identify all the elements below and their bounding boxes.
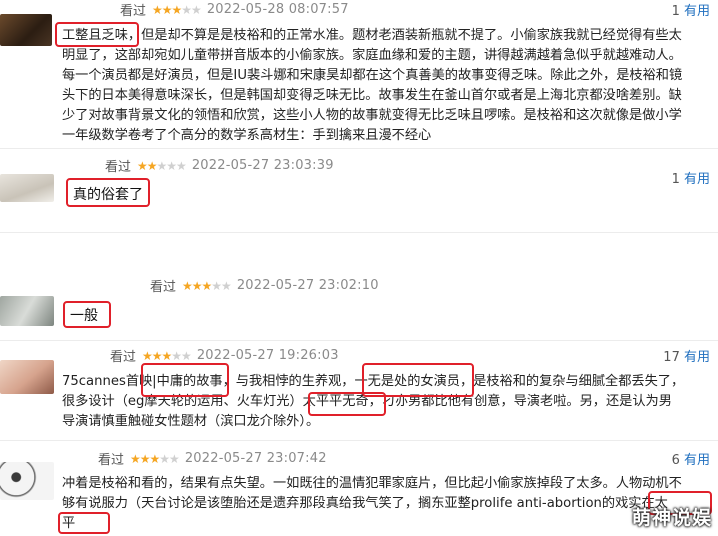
highlight-box: [308, 392, 386, 416]
star-rating: ★★★★★: [130, 451, 180, 466]
useful-label: 有用: [683, 4, 710, 19]
rated-label: 看过: [110, 350, 137, 365]
watermark: 萌神说娱: [631, 507, 712, 529]
divider: [0, 232, 718, 233]
content-line: 头下的日本美得意味深长，但是韩国却变得乏味无比。故事发生在釜山首尔或者是上海北京…: [62, 88, 682, 103]
content-line: 够有说服力（天台讨论是该堕胎还是遗弃那段真给我气笑了，搁东亚整prolife a…: [62, 496, 668, 511]
avatar[interactable]: [0, 14, 52, 46]
avatar[interactable]: [0, 174, 54, 202]
useful-vote-button[interactable]: 6 有用: [672, 449, 710, 468]
avatar[interactable]: [0, 296, 54, 326]
star-rating: ★★★★★: [152, 2, 202, 17]
highlight-box: [63, 301, 111, 328]
content-line: 少了对故事背景文化的领悟和欣赏，这些小人物的故事就变得无比乏味且啰嗦。是枝裕和这…: [62, 108, 682, 123]
rated-label: 看过: [105, 160, 132, 175]
content-line: 每一个演员都是好演员，但是IU裴斗娜和宋康昊却都在这个真善美的故事变得乏味。除此…: [62, 68, 683, 83]
rated-label: 看过: [120, 4, 147, 19]
divider: [0, 440, 718, 441]
content-line: 工整且乏味，但是却不算是是枝裕和的正常水准。题材老酒装新瓶就不提了。小偷家族我就…: [62, 28, 682, 43]
content-line: 明显了，这部却宛如儿童带拼音版本的小偷家族。家庭血缘和爱的主题，讲得越满越着急似…: [62, 48, 682, 63]
divider: [0, 148, 718, 149]
star-rating: ★★★★★: [137, 158, 187, 173]
vote-count: 1: [671, 4, 680, 19]
useful-vote-button[interactable]: 1 有用: [672, 168, 710, 187]
review-content: 冲着是枝裕和看的，结果有点失望。一如既往的温情犯罪家庭片，但比起小偷家族掉段了太…: [62, 474, 682, 534]
highlight-box: [55, 22, 139, 47]
review-date: 2022-05-27 23:07:42: [184, 451, 327, 466]
highlight-box: [141, 363, 229, 397]
review-content: 工整且乏味，但是却不算是是枝裕和的正常水准。题材老酒装新瓶就不提了。小偷家族我就…: [62, 26, 682, 146]
review-meta: 看过 ★★★★★ 2022-05-27 23:02:10: [150, 276, 379, 295]
review-meta: 看过 ★★★★★ 2022-05-27 23:07:42: [98, 449, 327, 468]
content-line: 平: [62, 516, 76, 531]
avatar[interactable]: [0, 462, 54, 500]
highlight-box: [66, 178, 150, 207]
useful-label: 有用: [683, 172, 710, 187]
rated-label: 看过: [98, 453, 125, 468]
content-line: 一年级数学卷考了个高分的数学系高材生：手到擒来且漫不经心: [62, 128, 432, 143]
divider: [0, 340, 718, 341]
useful-label: 有用: [683, 453, 710, 468]
highlight-box: [58, 512, 110, 534]
review-meta: 看过 ★★★★★ 2022-05-28 08:07:57: [120, 0, 349, 19]
vote-count: 1: [671, 172, 680, 187]
review-date: 2022-05-27 19:26:03: [196, 348, 339, 363]
star-rating: ★★★★★: [142, 348, 192, 363]
useful-vote-button[interactable]: 17 有用: [663, 346, 710, 365]
review-meta: 看过 ★★★★★ 2022-05-27 23:03:39: [105, 156, 334, 175]
vote-count: 17: [663, 350, 680, 365]
useful-label: 有用: [683, 350, 710, 365]
content-line: 冲着是枝裕和看的，结果有点失望。一如既往的温情犯罪家庭片，但比起小偷家族掉段了太…: [62, 476, 682, 491]
rated-label: 看过: [150, 280, 177, 295]
review-date: 2022-05-27 23:03:39: [191, 158, 334, 173]
avatar[interactable]: [0, 360, 54, 394]
useful-vote-button[interactable]: 1 有用: [672, 0, 710, 19]
vote-count: 6: [671, 453, 680, 468]
review-date: 2022-05-27 23:02:10: [236, 278, 379, 293]
review-date: 2022-05-28 08:07:57: [206, 2, 349, 17]
star-rating: ★★★★★: [182, 278, 232, 293]
